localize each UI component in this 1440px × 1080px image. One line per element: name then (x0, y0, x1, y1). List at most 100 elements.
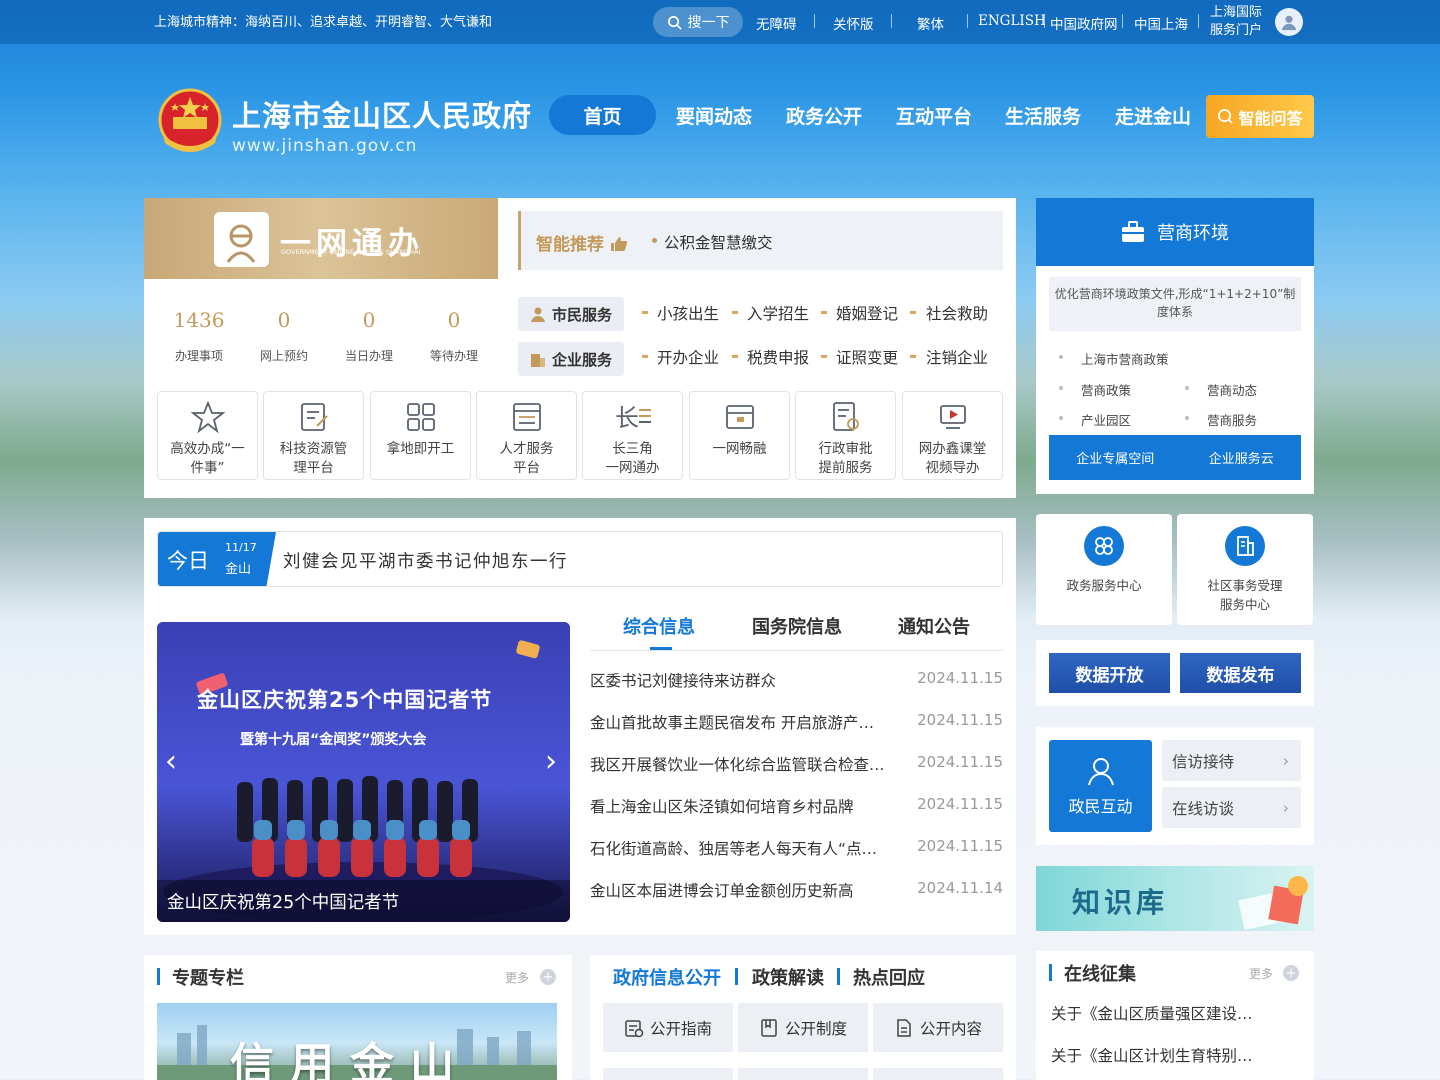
more-button-placeholder[interactable] (603, 1068, 733, 1080)
recommend-item[interactable]: 公积金智慧缴交 (664, 231, 773, 253)
tab-hot-response[interactable]: 热点回应 (853, 964, 925, 990)
enterprise-link-open[interactable]: 开办企业 (657, 346, 719, 368)
photo-caption[interactable]: 金山区庆祝第25个中国记者节 (157, 880, 570, 922)
data-open-button[interactable]: 数据开放 (1049, 653, 1170, 693)
smart-recommend-label: 智能推荐 (536, 230, 628, 255)
tab-comprehensive[interactable]: 综合信息 (623, 613, 695, 639)
biz-link-sh-policy[interactable]: 上海市营商政策 (1081, 349, 1169, 368)
biz-link-news[interactable]: 营商动态 (1207, 380, 1257, 399)
news-row[interactable]: 石化街道高龄、独居等老人每天有人“点对点”关爱 2024.11.15 (590, 837, 1003, 861)
biz-link-policy[interactable]: 营商政策 (1081, 380, 1131, 399)
carousel-prev-icon[interactable]: ‹ (165, 744, 177, 779)
avatar[interactable] (1275, 8, 1303, 36)
news-title: 看上海金山区朱泾镇如何培育乡村品牌 (590, 798, 854, 816)
solicit-item[interactable]: 关于《金山区质量强区建设… (1051, 1002, 1253, 1024)
topics-more-link[interactable]: 更多 (505, 969, 529, 986)
news-date: 2024.11.15 (917, 711, 1003, 729)
more-button-placeholder[interactable] (873, 1068, 1003, 1080)
today-headline[interactable]: 刘健会见平湖市委书记仲旭东一行 (283, 548, 568, 573)
citizen-service-label: 市民服务 (551, 305, 612, 324)
business-note[interactable]: 优化营商环境政策文件,形成“1+1+2+10”制度体系 (1049, 277, 1301, 331)
online-interview-link[interactable]: 在线访谈 › (1162, 787, 1301, 828)
nav-news[interactable]: 要闻动态 (676, 102, 752, 129)
news-photo-carousel[interactable] (157, 622, 570, 922)
data-release-button[interactable]: 数据发布 (1180, 653, 1301, 693)
news-row[interactable]: 金山首批故事主题民宿发布 开启旅游产业新篇章 2024.11.15 (590, 711, 1003, 735)
tile-video-class[interactable]: 网办鑫课堂 视频导办 (902, 391, 1003, 480)
nav-home[interactable]: 首页 (549, 95, 656, 135)
more-button-placeholder[interactable] (738, 1068, 868, 1080)
bullet-dot (1059, 355, 1063, 359)
citizen-service-tag[interactable]: 市民服务 (518, 297, 624, 331)
portal-line1: 上海国际 (1210, 5, 1263, 20)
tab-policy-interpretation[interactable]: 政策解读 (752, 964, 824, 990)
accessibility-link[interactable]: 无障碍 (756, 13, 797, 33)
gov-service-center[interactable]: 政务服务中心 (1036, 514, 1172, 625)
business-buttons: 企业专属空间 企业服务云 (1049, 435, 1301, 480)
news-date: 2024.11.15 (917, 837, 1003, 855)
traditional-chinese-link[interactable]: 繁体 (917, 13, 944, 33)
enterprise-link-tax[interactable]: 税费申报 (747, 346, 809, 368)
news-row[interactable]: 金山区本届进博会订单金额创历史新高 2024.11.14 (590, 879, 1003, 903)
disclosure-content-label: 公开内容 (919, 1019, 982, 1038)
enterprise-link-close[interactable]: 注销企业 (926, 346, 988, 368)
citizen-link-enrollment[interactable]: 入学招生 (747, 302, 809, 324)
disclosure-content-button[interactable]: 公开内容 (873, 1003, 1003, 1052)
enterprise-cloud-button[interactable]: 企业服务云 (1209, 448, 1274, 467)
citizen-link-birth[interactable]: 小孩出生 (657, 302, 719, 324)
business-header[interactable]: 营商环境 (1036, 198, 1314, 266)
onestop-logo-icon (214, 212, 269, 267)
site-url: www.jinshan.gov.cn (232, 136, 418, 156)
carousel-next-icon[interactable]: › (545, 744, 557, 779)
nav-about-jinshan[interactable]: 走进金山 (1115, 102, 1191, 129)
intl-portal-link[interactable]: 上海国际 服务门户 (1210, 4, 1270, 40)
citizen-link-marriage[interactable]: 婚姻登记 (836, 302, 898, 324)
bullet-dot (652, 238, 657, 243)
plus-icon[interactable]: + (1283, 965, 1299, 981)
divider (837, 968, 840, 985)
chevron-right-icon: › (1282, 751, 1289, 770)
biz-link-services[interactable]: 营商服务 (1207, 410, 1257, 429)
community-center[interactable]: 社区事务受理 服务中心 (1177, 514, 1313, 625)
plus-icon[interactable]: + (540, 969, 556, 985)
photo-banner-subtitle: 暨第十九届“金闻奖”颁奖大会 (240, 732, 427, 748)
nav-gov-affairs[interactable]: 政务公开 (786, 102, 862, 129)
solicit-more-link[interactable]: 更多 (1249, 965, 1273, 982)
tile-approval[interactable]: 行政审批 提前服务 (795, 391, 896, 480)
news-row[interactable]: 区委书记刘健接待来访群众 2024.11.15 (590, 669, 1003, 693)
bullet-dot (910, 311, 916, 314)
citizen-link-relief[interactable]: 社会救助 (926, 302, 988, 324)
thumbs-up-icon (610, 237, 628, 251)
biz-link-parks[interactable]: 产业园区 (1081, 410, 1131, 429)
stat-label-items: 办理事项 (174, 349, 223, 363)
elderly-mode-link[interactable]: 关怀版 (833, 13, 874, 33)
tile-finance[interactable]: 一网畅融 (689, 391, 790, 480)
enterprise-link-license[interactable]: 证照变更 (836, 346, 898, 368)
news-row[interactable]: 我区开展餐饮业一体化综合监管联合检查行动 2024.11.15 (590, 753, 1003, 777)
tab-gov-info-disclosure[interactable]: 政府信息公开 (613, 964, 721, 990)
site-title[interactable]: 上海市金山区人民政府 (232, 93, 532, 135)
news-row[interactable]: 看上海金山区朱泾镇如何培育乡村品牌 2024.11.15 (590, 795, 1003, 819)
ai-qa-button[interactable]: 智能问答 (1206, 95, 1314, 138)
english-link[interactable]: ENGLISH (978, 13, 1046, 29)
china-gov-link[interactable]: 中国政府网 (1050, 13, 1118, 33)
tile-tech-resources[interactable]: 科技资源管 理平台 (263, 391, 364, 480)
nav-interaction[interactable]: 互动平台 (896, 102, 972, 129)
tab-state-council[interactable]: 国务院信息 (752, 613, 842, 639)
solicit-item[interactable]: 关于《金山区计划生育特别… (1051, 1044, 1253, 1066)
tab-notices[interactable]: 通知公告 (898, 613, 970, 639)
disclosure-system-button[interactable]: 公开制度 (738, 1003, 868, 1052)
tile-land-start[interactable]: 拿地即开工 (370, 391, 471, 480)
tile-yangtze[interactable]: 长 长三角 一网通办 (582, 391, 683, 480)
petition-link[interactable]: 信访接待 › (1162, 740, 1301, 781)
china-shanghai-link[interactable]: 中国上海 (1134, 13, 1188, 33)
search-button[interactable]: 搜一下 (653, 7, 743, 37)
tile-one-thing[interactable]: 高效办成“一 件事” (157, 391, 258, 480)
enterprise-space-button[interactable]: 企业专属空间 (1076, 448, 1154, 467)
tile-talent[interactable]: 人才服务 平台 (476, 391, 577, 480)
gov-citizen-interaction-button[interactable]: 政民互动 (1049, 740, 1152, 832)
disclosure-guide-button[interactable]: 公开指南 (603, 1003, 733, 1052)
nav-life-services[interactable]: 生活服务 (1005, 102, 1081, 129)
search-icon (667, 15, 682, 30)
enterprise-service-tag[interactable]: 企业服务 (518, 342, 624, 376)
